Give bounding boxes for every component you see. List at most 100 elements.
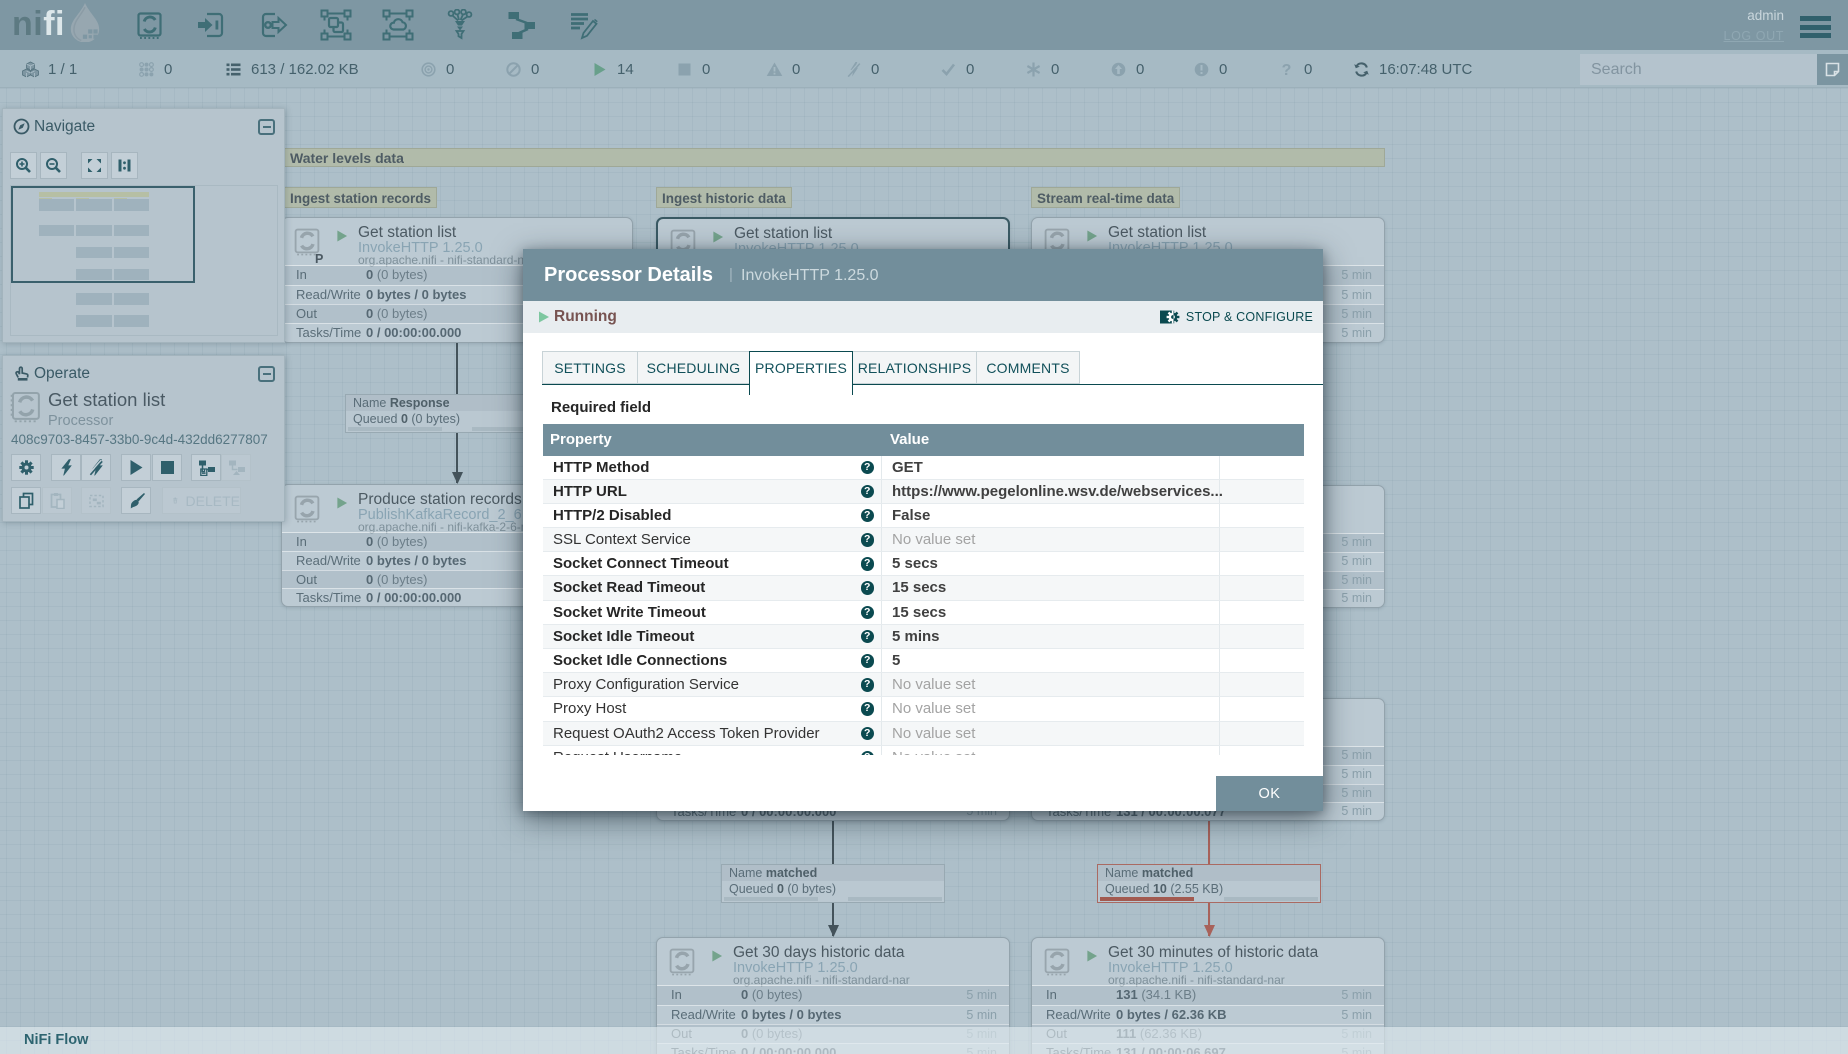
property-row[interactable]: SSL Context Service? No value set bbox=[543, 528, 1304, 553]
birdseye-minimap[interactable] bbox=[10, 185, 278, 336]
property-row[interactable]: Socket Write Timeout? 15 secs bbox=[543, 600, 1304, 625]
template-icon[interactable] bbox=[506, 9, 538, 41]
funnel-icon[interactable] bbox=[444, 9, 476, 41]
tab-settings[interactable]: SETTINGS bbox=[542, 351, 638, 384]
status-invalid-components: 0 bbox=[766, 50, 800, 88]
tab-underline bbox=[542, 384, 1323, 385]
processor-icon[interactable] bbox=[134, 9, 166, 41]
start-button[interactable] bbox=[121, 454, 151, 481]
selected-component-id: 408c9703-8457-33b0-9c4d-432dd6277807 bbox=[11, 432, 268, 447]
question-icon: ? bbox=[1282, 62, 1292, 78]
logout-link[interactable]: LOG OUT bbox=[1724, 29, 1784, 43]
help-icon[interactable]: ? bbox=[860, 557, 874, 571]
status-refresh[interactable]: 16:07:48 UTC bbox=[1353, 50, 1472, 88]
search-input[interactable] bbox=[1580, 54, 1817, 85]
help-icon[interactable]: ? bbox=[860, 702, 874, 716]
breadcrumb-root[interactable]: NiFi Flow bbox=[24, 1032, 88, 1048]
note-icon bbox=[1825, 62, 1840, 77]
property-row[interactable]: Socket Idle Connections? 5 bbox=[543, 649, 1304, 674]
zoom-actual-button[interactable] bbox=[111, 152, 138, 179]
label-icon[interactable] bbox=[568, 9, 600, 41]
global-menu-icon[interactable] bbox=[1800, 16, 1831, 42]
collapse-operate-button[interactable] bbox=[258, 366, 275, 382]
property-row[interactable]: HTTP URL? https://www.pegelonline.wsv.de… bbox=[543, 479, 1304, 504]
remote-process-group-icon[interactable] bbox=[382, 9, 414, 41]
flow-label-1[interactable]: Ingest historic data bbox=[656, 187, 792, 208]
configure-button[interactable] bbox=[11, 454, 41, 481]
help-icon[interactable]: ? bbox=[860, 605, 874, 620]
property-row[interactable]: Request OAuth2 Access Token Provider? No… bbox=[543, 721, 1304, 746]
stop-icon bbox=[678, 63, 691, 75]
compass-icon bbox=[13, 118, 30, 135]
help-icon[interactable]: ? bbox=[860, 629, 874, 644]
connection-arrow-icon bbox=[827, 925, 839, 937]
stop-icon bbox=[160, 461, 174, 474]
disable-button[interactable] bbox=[81, 454, 111, 481]
property-row[interactable]: Request Username? No value set bbox=[543, 745, 1304, 755]
revert-version-button[interactable] bbox=[221, 454, 251, 481]
tab-comments[interactable]: COMMENTS bbox=[976, 351, 1080, 384]
property-row[interactable]: Socket Connect Timeout? 5 secs bbox=[543, 552, 1304, 577]
tab-scheduling[interactable]: SCHEDULING bbox=[637, 351, 750, 384]
status-stopped-components: 0 bbox=[676, 50, 710, 88]
property-row[interactable]: Proxy Configuration Service? No value se… bbox=[543, 673, 1304, 698]
collapse-navigate-button[interactable] bbox=[258, 119, 275, 135]
connection-label[interactable]: Name matched Queued 10 (2.55 KB) bbox=[1097, 864, 1321, 903]
help-icon[interactable]: ? bbox=[860, 508, 874, 523]
status-disabled-components-count: 0 bbox=[871, 60, 880, 78]
property-row[interactable]: Socket Idle Timeout? 5 mins bbox=[543, 624, 1304, 649]
property-row[interactable]: HTTP/2 Disabled? False bbox=[543, 503, 1304, 529]
tab-relationships[interactable]: RELATIONSHIPS bbox=[852, 351, 977, 384]
bulletin-board-button[interactable] bbox=[1817, 54, 1848, 85]
save-version-button[interactable] bbox=[191, 454, 221, 481]
output-port-icon[interactable] bbox=[258, 9, 290, 41]
birdseye-viewport[interactable] bbox=[11, 186, 195, 283]
group-button[interactable] bbox=[81, 487, 111, 514]
refresh-icon[interactable] bbox=[1353, 61, 1370, 78]
status-connected-nodes: 1 / 1 bbox=[22, 50, 77, 88]
help-icon[interactable]: ? bbox=[860, 581, 874, 595]
property-row[interactable]: HTTP Method? GET bbox=[543, 455, 1304, 480]
help-icon[interactable]: ? bbox=[860, 484, 874, 499]
cluster-icon bbox=[22, 61, 39, 78]
connection-label[interactable]: Name matched Queued 0 (0 bytes) bbox=[721, 864, 945, 903]
paste-button[interactable] bbox=[42, 487, 72, 514]
properties-table: Property Value HTTP Method? GET HTTP URL… bbox=[543, 424, 1304, 755]
flow-label-2[interactable]: Stream real-time data bbox=[1031, 187, 1181, 208]
status-not-transmitting-remote-groups: 0 bbox=[505, 50, 539, 88]
help-icon[interactable]: ? bbox=[860, 678, 874, 692]
input-port-icon[interactable] bbox=[196, 9, 228, 41]
glove-icon bbox=[15, 366, 29, 381]
tab-properties[interactable]: PROPERTIES bbox=[749, 351, 853, 395]
zoom-out-button[interactable] bbox=[40, 152, 67, 179]
delete-button[interactable]: DELETE bbox=[162, 487, 241, 514]
property-row[interactable]: Socket Read Timeout? 15 secs bbox=[543, 576, 1304, 601]
zoom-in-button[interactable] bbox=[10, 152, 37, 179]
breadcrumb[interactable]: NiFi Flow bbox=[0, 1027, 1848, 1054]
flow-label-0[interactable]: Ingest station records bbox=[284, 187, 438, 208]
connection-backpressure-bars bbox=[724, 897, 942, 901]
stop-button[interactable] bbox=[152, 454, 182, 481]
stop-configure-icon bbox=[1159, 310, 1180, 324]
dialog-title-separator: | bbox=[729, 266, 733, 283]
help-icon[interactable]: ? bbox=[860, 654, 874, 668]
minimap-block bbox=[76, 315, 112, 327]
stop-and-configure-button[interactable]: STOP & CONFIGURE bbox=[1159, 301, 1313, 333]
process-group-icon[interactable] bbox=[320, 9, 352, 41]
copy-button[interactable] bbox=[11, 487, 41, 514]
enable-button[interactable] bbox=[51, 454, 81, 481]
help-icon[interactable]: ? bbox=[860, 460, 874, 474]
help-icon[interactable]: ? bbox=[860, 533, 874, 547]
property-value: 5 bbox=[882, 649, 1220, 673]
threads-icon bbox=[139, 61, 154, 77]
ok-button[interactable]: OK bbox=[1216, 776, 1323, 811]
stat-row: Read/Write0 bytes / 0 bytes5 min bbox=[657, 1005, 1009, 1024]
help-icon[interactable]: ? bbox=[860, 750, 874, 755]
help-icon[interactable]: ? bbox=[860, 726, 874, 741]
property-row[interactable]: Proxy Host? No value set bbox=[543, 697, 1304, 722]
color-button[interactable] bbox=[121, 487, 151, 514]
flow-label-water-levels[interactable]: Water levels data bbox=[284, 148, 1385, 167]
navigate-palette: Navigate bbox=[2, 108, 285, 343]
zoom-fit-button[interactable] bbox=[81, 152, 108, 179]
status-total-queued-count: 613 / 162.02 KB bbox=[251, 60, 359, 78]
